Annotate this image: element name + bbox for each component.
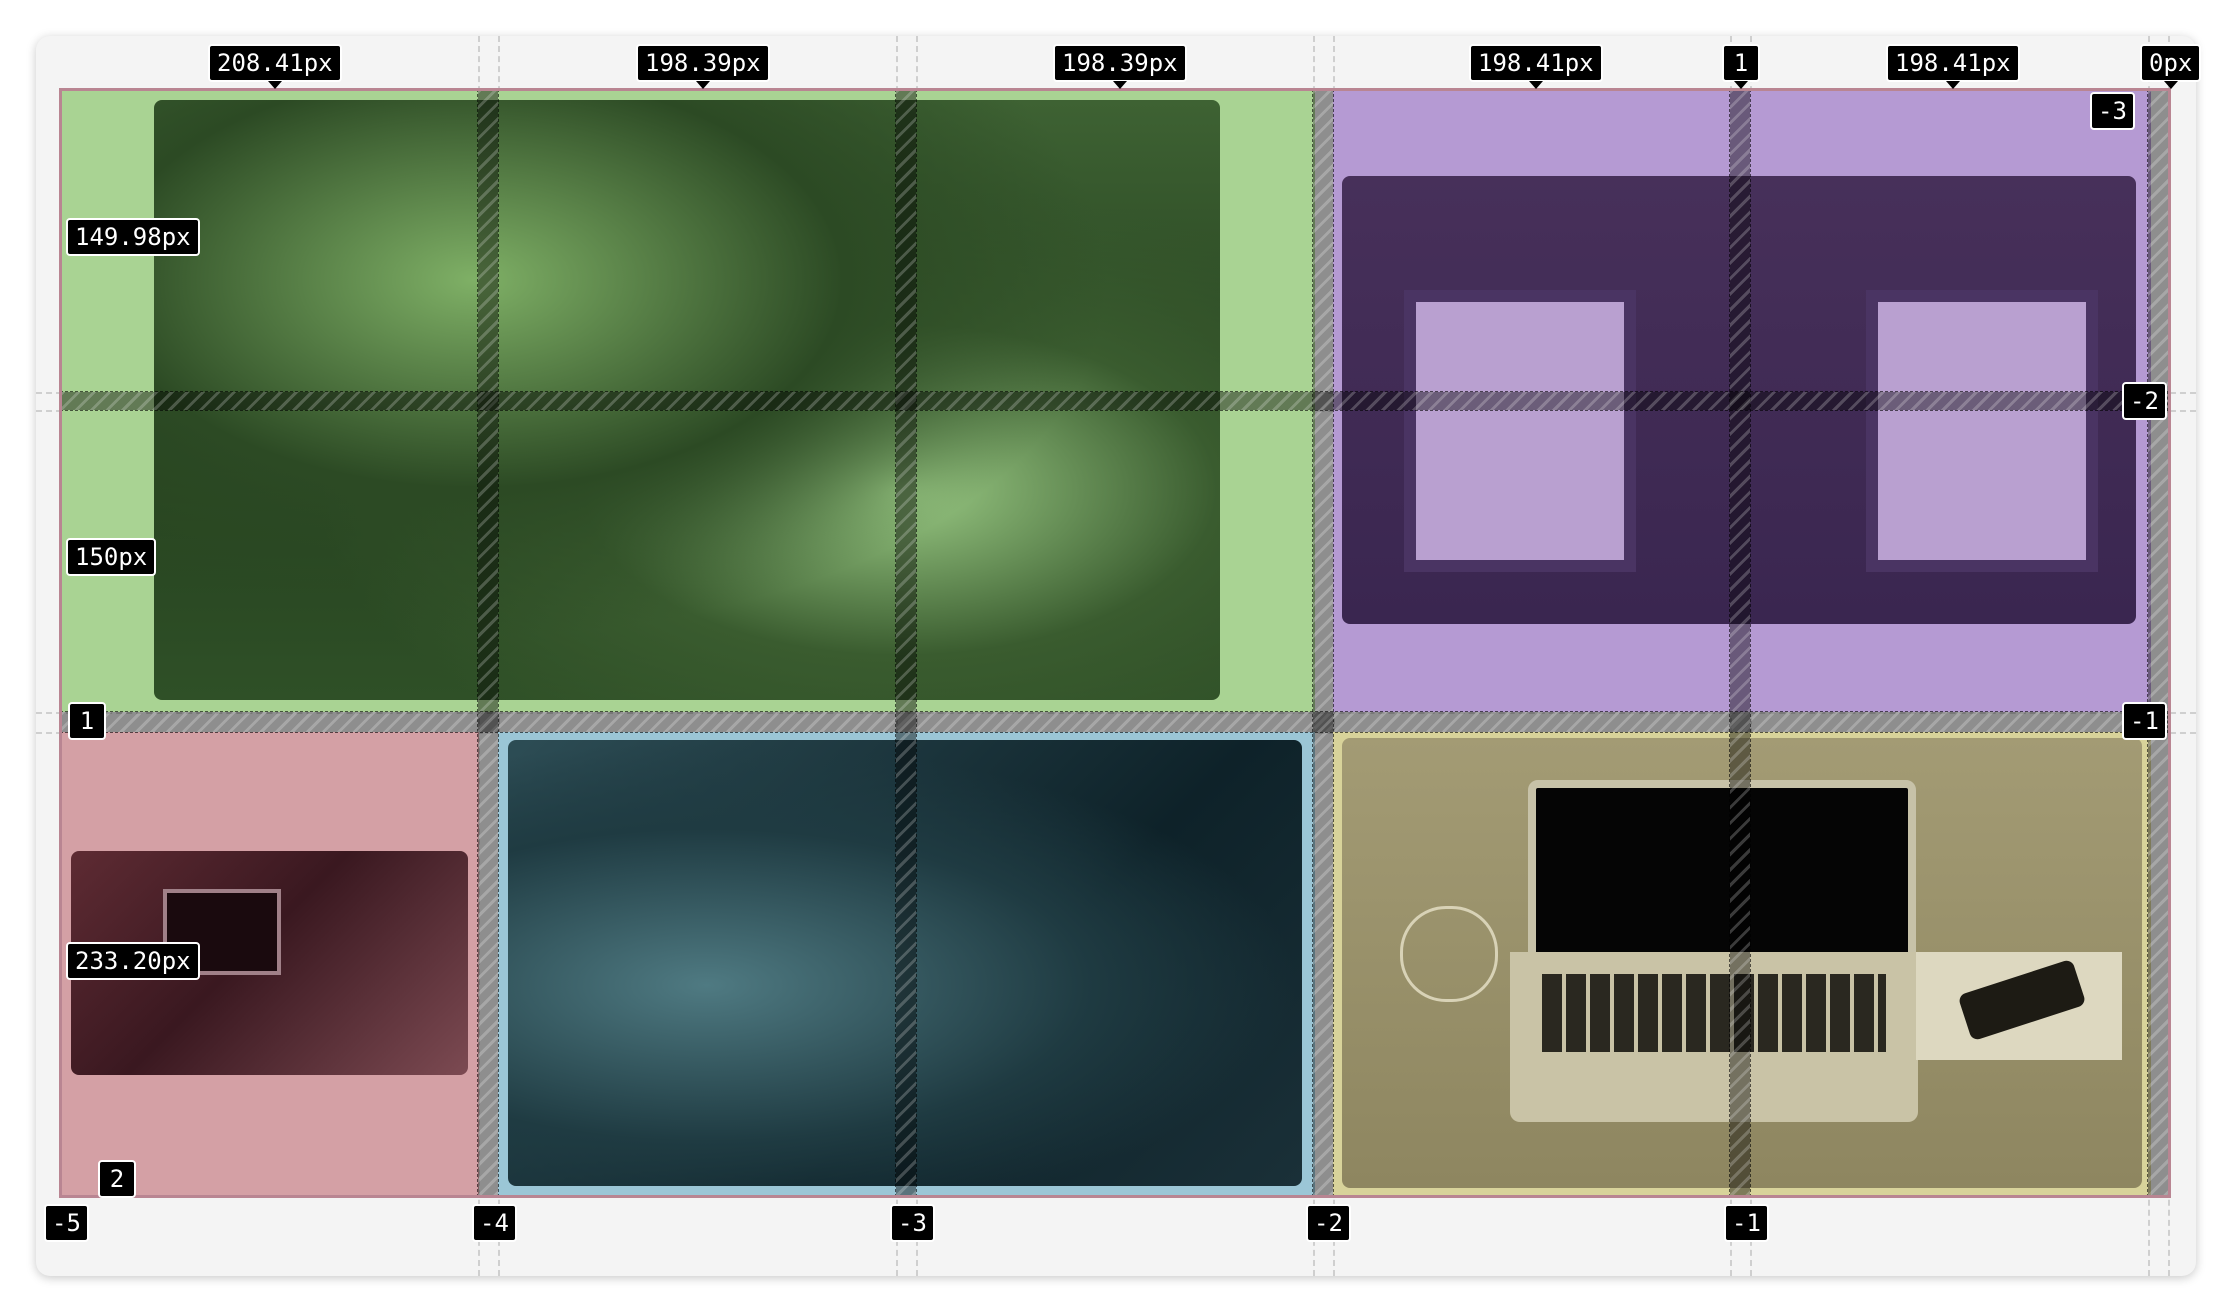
line-number-label: 1 xyxy=(1722,44,1760,89)
line-number-label: 1 xyxy=(68,702,106,740)
row-size-label: 149.98px xyxy=(66,218,200,256)
line-number-label: -3 xyxy=(890,1204,935,1242)
line-number-label: -4 xyxy=(472,1204,517,1242)
line-number-label: -3 xyxy=(2090,92,2135,130)
line-number-label: -1 xyxy=(2122,702,2167,740)
line-number-label: -5 xyxy=(44,1204,89,1242)
column-size-label: 208.41px xyxy=(208,44,342,89)
line-number-label: -2 xyxy=(2122,382,2167,420)
line-number-label: -1 xyxy=(1724,1204,1769,1242)
column-size-label: 0px xyxy=(2140,44,2202,89)
column-size-label: 198.39px xyxy=(636,44,770,89)
column-size-label: 198.41px xyxy=(1886,44,2020,89)
column-size-label: 198.39px xyxy=(1053,44,1187,89)
column-size-label: 198.41px xyxy=(1469,44,1603,89)
row-size-label: 150px xyxy=(66,538,157,576)
grid-container-outline xyxy=(59,88,2171,1198)
row-size-label: 233.20px xyxy=(66,942,200,980)
line-number-label: -2 xyxy=(1306,1204,1351,1242)
line-number-label: 2 xyxy=(98,1160,136,1198)
